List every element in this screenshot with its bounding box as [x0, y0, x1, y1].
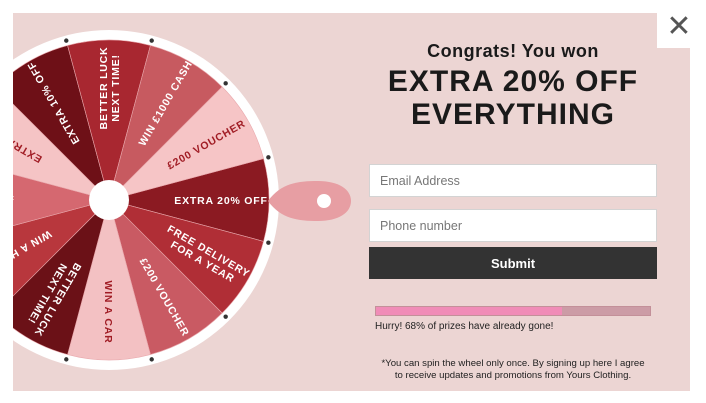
disclaimer: *You can spin the wheel only once. By si… — [368, 358, 658, 382]
congrats-text: Congrats! You won — [427, 41, 599, 61]
wheel-pointer-dot — [317, 194, 331, 208]
prizes-progress-bar — [375, 306, 651, 316]
wheel-rim-dot — [223, 314, 228, 319]
wheel-rim-dot — [64, 357, 69, 362]
progress-text: Hurry! 68% of prizes have already gone! — [375, 321, 554, 332]
wheel-pointer — [268, 181, 351, 221]
disclaimer-line1: *You can spin the wheel only once. By si… — [381, 358, 645, 369]
wheel-rim-dot — [223, 81, 228, 86]
wheel-rim-dot — [149, 38, 154, 43]
wheel-rim-dot — [266, 155, 271, 160]
wheel-segment-label: £1000 — [13, 193, 14, 205]
prize-wheel: EXTRA 20% OFFFREE DELIVERYFOR A YEAR£200… — [13, 30, 351, 370]
wheel-rim-dot — [149, 357, 154, 362]
wheel-segment-label: EXTRA 20% OFF — [174, 195, 267, 207]
wheel-rim-dot — [266, 240, 271, 245]
phone-field[interactable] — [369, 209, 657, 242]
submit-button[interactable]: Submit — [369, 247, 657, 279]
wheel-rim-dot — [64, 38, 69, 43]
prizes-progress-fill — [376, 307, 563, 315]
prize-headline-line1: EXTRA 20% OFF — [387, 65, 639, 98]
disclaimer-line2: to receive updates and promotions from Y… — [394, 370, 632, 381]
wheel-segment-label: WIN A CAR — [102, 281, 114, 344]
wheel-segment-label: BETTER LUCKNEXT TIME! — [98, 47, 122, 130]
prize-headline: EXTRA 20% OFF EVERYTHING — [368, 65, 658, 131]
prize-headline-line2: EVERYTHING — [411, 98, 615, 131]
wheel-hub — [89, 180, 129, 220]
email-field[interactable] — [369, 164, 657, 197]
close-icon[interactable]: ✕ — [657, 8, 701, 48]
spin-wheel-popup: EXTRA 20% OFF FREE DELIVERYFOR A YEAR £200… — [13, 13, 690, 391]
